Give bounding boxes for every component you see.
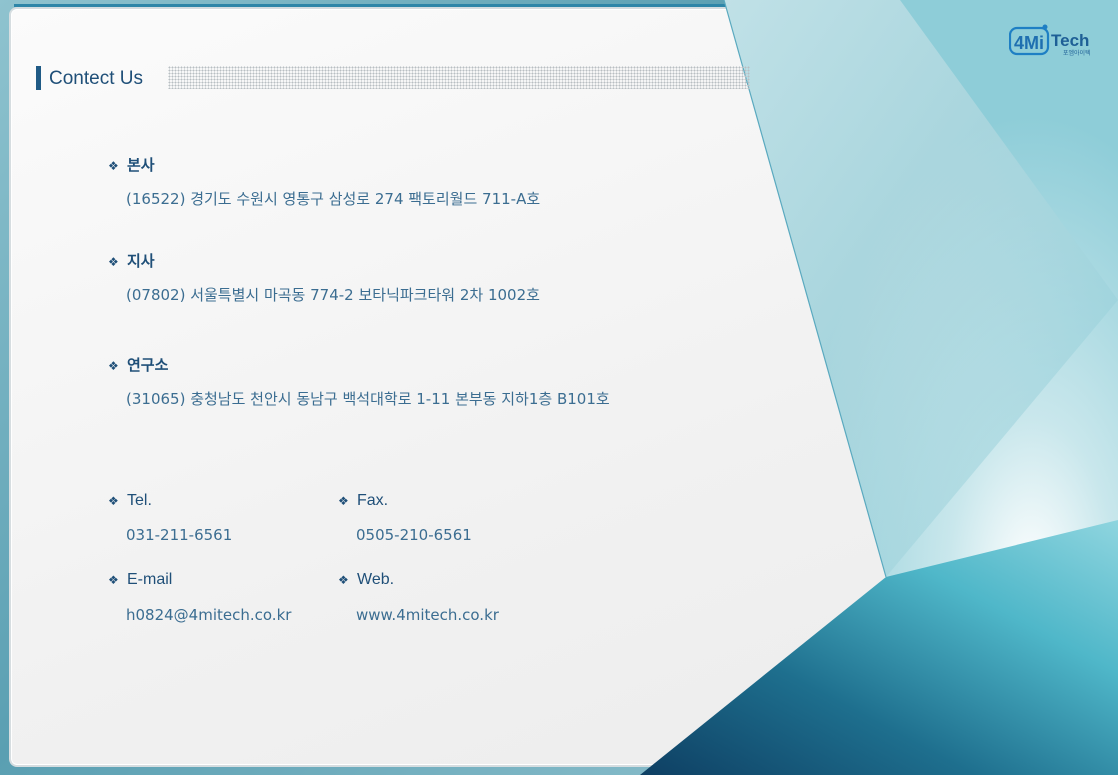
web-value[interactable]: www.4mitech.co.kr	[356, 606, 499, 624]
fax-title: ❖ Fax.	[338, 492, 389, 509]
diamond-bullet-icon: ❖	[338, 494, 349, 508]
company-logo: 4Mi Tech 포엠아이텍	[1008, 24, 1095, 60]
svg-text:4Mi: 4Mi	[1014, 33, 1044, 53]
page-title: Contect Us	[49, 68, 143, 89]
svg-text:Tech: Tech	[1051, 31, 1089, 50]
top-accent-line	[14, 4, 734, 7]
diamond-bullet-icon: ❖	[108, 573, 119, 587]
lab-address: (31065) 충청남도 천안시 동남구 백석대학로 1-11 본부동 지하1층…	[126, 390, 610, 408]
dotted-divider	[168, 66, 750, 89]
email-value[interactable]: h0824@4mitech.co.kr	[126, 606, 291, 624]
diamond-bullet-icon: ❖	[108, 494, 119, 508]
branch-title: ❖ 지사	[108, 252, 155, 270]
tel-title: ❖ Tel.	[108, 492, 152, 509]
tel-value: 031-211-6561	[126, 526, 233, 544]
fax-value: 0505-210-6561	[356, 526, 472, 544]
heading-accent-bar	[36, 66, 41, 90]
diamond-bullet-icon: ❖	[338, 573, 349, 587]
hq-title: ❖ 본사	[108, 156, 155, 174]
branch-address: (07802) 서울특별시 마곡동 774-2 보타닉파크타워 2차 1002호	[126, 286, 540, 304]
diamond-bullet-icon: ❖	[108, 359, 119, 373]
content-panel	[11, 9, 1111, 765]
diamond-bullet-icon: ❖	[108, 255, 119, 269]
hq-address: (16522) 경기도 수원시 영통구 삼성로 274 팩토리월드 711-A호	[126, 190, 541, 208]
email-title: ❖ E-mail	[108, 571, 173, 588]
svg-text:포엠아이텍: 포엠아이텍	[1063, 49, 1091, 57]
lab-title: ❖ 연구소	[108, 356, 169, 374]
web-title: ❖ Web.	[338, 571, 395, 588]
diamond-bullet-icon: ❖	[108, 159, 119, 173]
